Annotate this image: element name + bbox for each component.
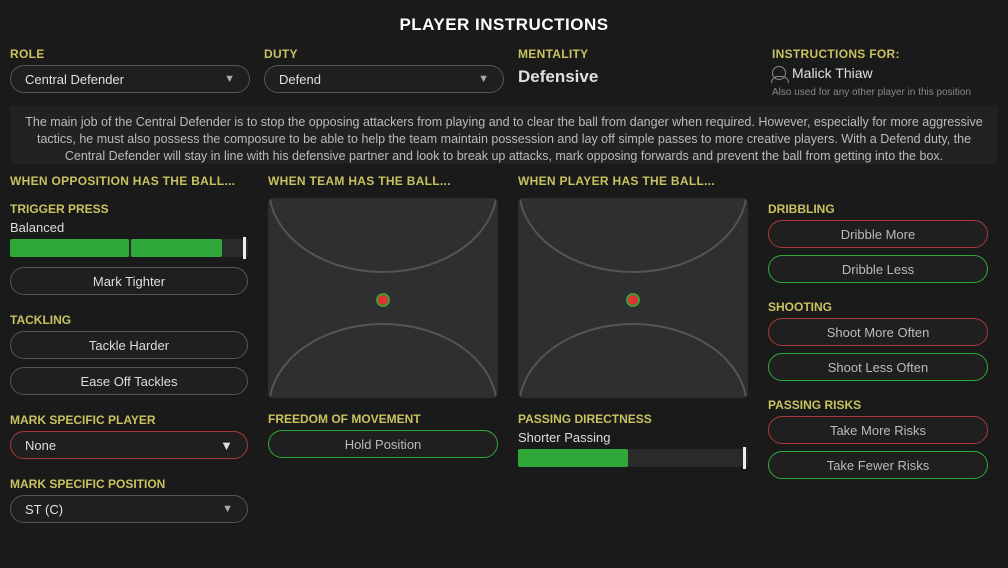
hold-position-button[interactable]: Hold Position bbox=[268, 430, 498, 458]
player-pitch-diagram bbox=[518, 198, 748, 398]
shoot-more-button[interactable]: Shoot More Often bbox=[768, 318, 988, 346]
tackling-label: TACKLING bbox=[10, 313, 248, 327]
pitch-arc bbox=[518, 198, 748, 273]
person-icon bbox=[772, 66, 786, 80]
role-value: Central Defender bbox=[25, 72, 124, 87]
chevron-down-icon: ▼ bbox=[478, 73, 489, 85]
passing-risks-label: PASSING RISKS bbox=[768, 398, 988, 412]
mark-position-value: ST (C) bbox=[25, 502, 63, 517]
dribble-less-button[interactable]: Dribble Less bbox=[768, 255, 988, 283]
player-name: Malick Thiaw bbox=[792, 65, 873, 81]
ease-off-tackles-button[interactable]: Ease Off Tackles bbox=[10, 367, 248, 395]
mark-player-label: MARK SPECIFIC PLAYER bbox=[10, 413, 248, 427]
tackle-harder-button[interactable]: Tackle Harder bbox=[10, 331, 248, 359]
duty-label: DUTY bbox=[264, 47, 504, 61]
duty-value: Defend bbox=[279, 72, 321, 87]
passing-directness-value: Shorter Passing bbox=[518, 430, 748, 445]
page-title: PLAYER INSTRUCTIONS bbox=[0, 0, 1008, 47]
mark-tighter-button[interactable]: Mark Tighter bbox=[10, 267, 248, 295]
chevron-down-icon: ▼ bbox=[224, 73, 235, 85]
instructions-for-label: INSTRUCTIONS FOR: bbox=[772, 47, 998, 61]
mark-player-value: None bbox=[25, 438, 56, 453]
chevron-down-icon: ▼ bbox=[222, 503, 233, 515]
role-dropdown[interactable]: Central Defender ▼ bbox=[10, 65, 250, 93]
instructions-sub-note: Also used for any other player in this p… bbox=[772, 87, 998, 98]
team-header: WHEN TEAM HAS THE BALL... bbox=[268, 170, 498, 194]
pitch-arc bbox=[268, 198, 498, 273]
pitch-arc bbox=[518, 323, 748, 398]
mark-position-label: MARK SPECIFIC POSITION bbox=[10, 477, 248, 491]
trigger-press-fill2 bbox=[131, 239, 221, 257]
trigger-press-notch bbox=[243, 237, 246, 259]
mentality-value: Defensive bbox=[518, 65, 758, 87]
player-name-row: Malick Thiaw bbox=[772, 65, 998, 81]
trigger-press-slider[interactable] bbox=[10, 239, 248, 257]
duty-dropdown[interactable]: Defend ▼ bbox=[264, 65, 504, 93]
player-header: WHEN PLAYER HAS THE BALL... bbox=[518, 170, 748, 194]
role-description: The main job of the Central Defender is … bbox=[10, 106, 998, 164]
shooting-label: SHOOTING bbox=[768, 300, 988, 314]
team-pitch-diagram bbox=[268, 198, 498, 398]
dribble-more-button[interactable]: Dribble More bbox=[768, 220, 988, 248]
passing-directness-label: PASSING DIRECTNESS bbox=[518, 412, 748, 426]
header-row: ROLE Central Defender ▼ DUTY Defend ▼ ME… bbox=[0, 47, 1008, 106]
passing-directness-slider[interactable] bbox=[518, 449, 748, 467]
trigger-press-label: TRIGGER PRESS bbox=[10, 202, 248, 216]
player-position-dot bbox=[626, 293, 640, 307]
pitch-arc bbox=[268, 323, 498, 398]
mark-position-dropdown[interactable]: ST (C) ▼ bbox=[10, 495, 248, 523]
take-more-risks-button[interactable]: Take More Risks bbox=[768, 416, 988, 444]
passing-fill bbox=[518, 449, 628, 467]
opposition-header: WHEN OPPOSITION HAS THE BALL... bbox=[10, 170, 248, 194]
mentality-label: MENTALITY bbox=[518, 47, 758, 61]
chevron-down-icon: ▼ bbox=[220, 438, 233, 453]
take-fewer-risks-button[interactable]: Take Fewer Risks bbox=[768, 451, 988, 479]
dribbling-label: DRIBBLING bbox=[768, 202, 988, 216]
mark-player-dropdown[interactable]: None ▼ bbox=[10, 431, 248, 459]
freedom-label: FREEDOM OF MOVEMENT bbox=[268, 412, 498, 426]
trigger-press-fill bbox=[10, 239, 129, 257]
passing-notch bbox=[743, 447, 746, 469]
player-position-dot bbox=[376, 293, 390, 307]
trigger-press-value: Balanced bbox=[10, 220, 248, 235]
role-label: ROLE bbox=[10, 47, 250, 61]
shoot-less-button[interactable]: Shoot Less Often bbox=[768, 353, 988, 381]
right-spacer bbox=[768, 170, 988, 194]
